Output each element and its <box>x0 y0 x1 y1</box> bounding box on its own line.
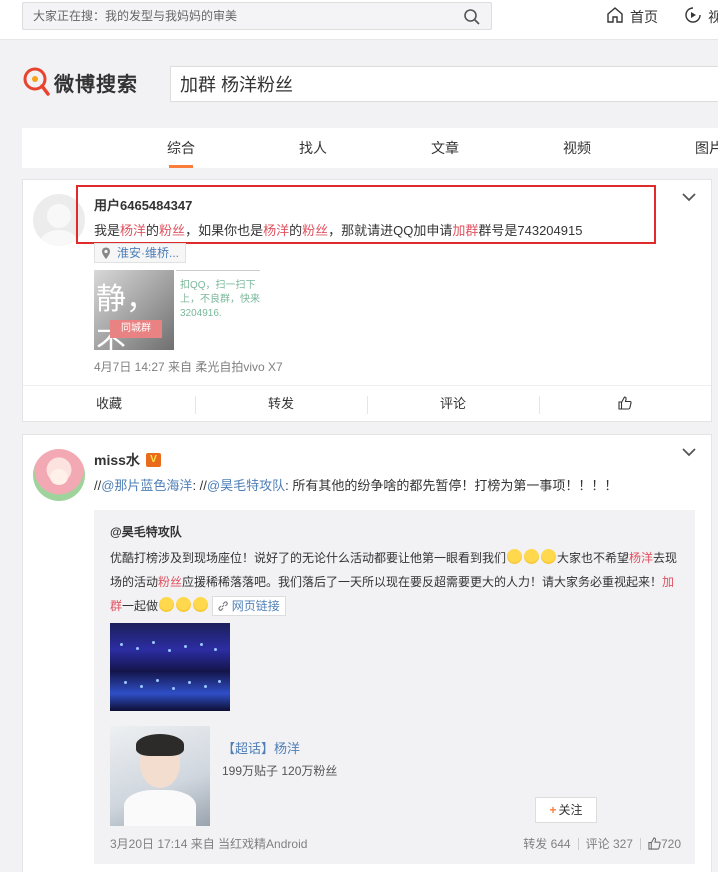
mention-link[interactable]: @昊毛特攻队 <box>207 478 285 493</box>
web-link-button[interactable]: 网页链接 <box>212 596 286 616</box>
nav-home-label: 首页 <box>630 8 658 25</box>
video-icon <box>684 6 708 27</box>
emoji-icon <box>159 597 175 612</box>
comment-count[interactable]: 评论 327 <box>586 835 633 852</box>
repost-author[interactable]: @昊毛特攻队 <box>110 523 182 540</box>
favorite-button[interactable]: 收藏 <box>23 386 195 421</box>
highlight-keyword: 杨洋 <box>629 551 654 565</box>
like-button[interactable] <box>539 386 711 421</box>
mention-link[interactable]: @那片蓝色海洋 <box>101 478 192 493</box>
chevron-down-icon[interactable] <box>681 445 697 460</box>
topic-cover-image[interactable] <box>110 726 210 826</box>
text-segment: : 所有其他的纷争啥的都先暂停！打榜为第一事项！！！！ <box>285 478 618 493</box>
web-link-label: 网页链接 <box>231 599 280 613</box>
tab-videos[interactable]: 视频 <box>547 128 607 168</box>
tab-people[interactable]: 找人 <box>283 128 343 168</box>
concert-photo[interactable] <box>110 623 230 711</box>
repost-button[interactable]: 转发 <box>195 386 367 421</box>
post-image[interactable]: 扣QQ，扫一扫下上，不良群，快来3204916. <box>176 270 260 350</box>
text-segment: 应援稀稀落落吧。我们落后了一天所以现在要反超需要更大的人力！请大家务必重视起来！ <box>182 575 663 589</box>
location-label: 淮安·维桥... <box>117 246 179 260</box>
weibo-search-logo[interactable]: 微博搜索 <box>22 66 138 99</box>
repost-count[interactable]: 转发 644 <box>523 835 570 852</box>
username-row: miss水 V <box>94 450 161 470</box>
portrait-body <box>124 790 196 826</box>
weibo-card: miss水 V //@那片蓝色海洋: //@昊毛特攻队: 所有其他的纷争啥的都先… <box>22 434 712 872</box>
post-meta: 4月7日 14:27 来自 柔光自拍vivo X7 <box>94 360 283 374</box>
post-actions: 收藏 转发 评论 <box>23 385 711 421</box>
text-segment: 大家也不希望 <box>557 551 630 565</box>
nav-home-link[interactable]: 首页 <box>606 6 658 27</box>
reposted-content: @昊毛特攻队 优酷打榜涉及到现场座位！说好了的无论什么活动都要让他第一眼看到我们… <box>94 510 695 864</box>
emoji-icon <box>541 549 557 564</box>
highlight-keyword: 粉丝 <box>158 575 183 589</box>
result-tabs: 综合 找人 文章 视频 图片 <box>22 128 718 168</box>
follow-label: 关注 <box>558 803 583 817</box>
image-overlay-text: 静，不 <box>96 282 156 350</box>
username[interactable]: miss水 <box>94 450 140 470</box>
home-icon <box>606 6 630 27</box>
main-search-input[interactable] <box>171 67 718 101</box>
divider <box>577 837 579 850</box>
tab-pictures[interactable]: 图片 <box>679 128 718 168</box>
top-search-input[interactable] <box>23 3 443 29</box>
text-segment: 一起做 <box>122 599 159 613</box>
plus-icon: + <box>549 803 557 817</box>
search-icon[interactable] <box>463 8 481 29</box>
weibo-logo-icon <box>22 66 50 99</box>
thumbs-up-icon <box>618 396 632 410</box>
topic-title[interactable]: 【超话】杨洋 <box>222 738 300 757</box>
location-tag[interactable]: 淮安·维桥... <box>94 243 186 263</box>
emoji-icon <box>524 549 540 564</box>
tab-articles[interactable]: 文章 <box>415 128 475 168</box>
tab-comprehensive[interactable]: 综合 <box>151 128 211 168</box>
verified-badge-icon: V <box>145 453 161 467</box>
like-count[interactable]: 720 <box>661 837 681 851</box>
location-pin-icon <box>102 247 110 259</box>
weibo-card: 用户6465484347 我是杨洋的粉丝，如果你也是杨洋的粉丝，那就请进QQ加申… <box>22 179 712 422</box>
image-text: 扣QQ，扫一扫下上，不良群，快来3204916. <box>180 280 260 319</box>
nav-video-link[interactable]: 视 <box>684 6 718 27</box>
image-badge: 同城群 <box>110 320 162 338</box>
main-search-box[interactable] <box>170 66 718 102</box>
text-segment: : // <box>192 478 207 493</box>
thumbs-up-icon <box>648 837 661 850</box>
follow-button[interactable]: + 关注 <box>535 797 597 823</box>
topic-stats: 199万贴子 120万粉丝 <box>222 764 338 778</box>
emoji-icon <box>193 597 209 612</box>
emoji-icon <box>507 549 523 564</box>
text-segment: 优酷打榜涉及到现场座位！说好了的无论什么活动都要让他第一眼看到我们 <box>110 551 507 565</box>
comment-button[interactable]: 评论 <box>367 386 539 421</box>
repost-stats: 转发 644 评论 327 720 <box>523 835 681 852</box>
post-text: //@那片蓝色海洋: //@昊毛特攻队: 所有其他的纷争啥的都先暂停！打榜为第一… <box>94 475 617 494</box>
chevron-down-icon[interactable] <box>681 190 697 205</box>
top-bar: 首页 视 <box>0 0 718 40</box>
divider <box>639 837 641 850</box>
emoji-icon <box>176 597 192 612</box>
repost-meta: 3月20日 17:14 来自 当红戏精Android <box>110 837 308 851</box>
post-image[interactable]: 静，不 同城群 <box>94 270 174 350</box>
nav-video-label: 视 <box>708 8 718 25</box>
avatar[interactable] <box>33 449 85 501</box>
portrait-hair <box>136 734 184 756</box>
top-search-box[interactable] <box>22 2 492 30</box>
logo-text: 微博搜索 <box>54 74 138 96</box>
highlight-annotation-box <box>76 185 656 244</box>
repost-text: 优酷打榜涉及到现场座位！说好了的无论什么活动都要让他第一眼看到我们 大家也不希望杨… <box>110 546 685 618</box>
avatar-face <box>50 469 68 485</box>
link-icon <box>218 601 229 611</box>
